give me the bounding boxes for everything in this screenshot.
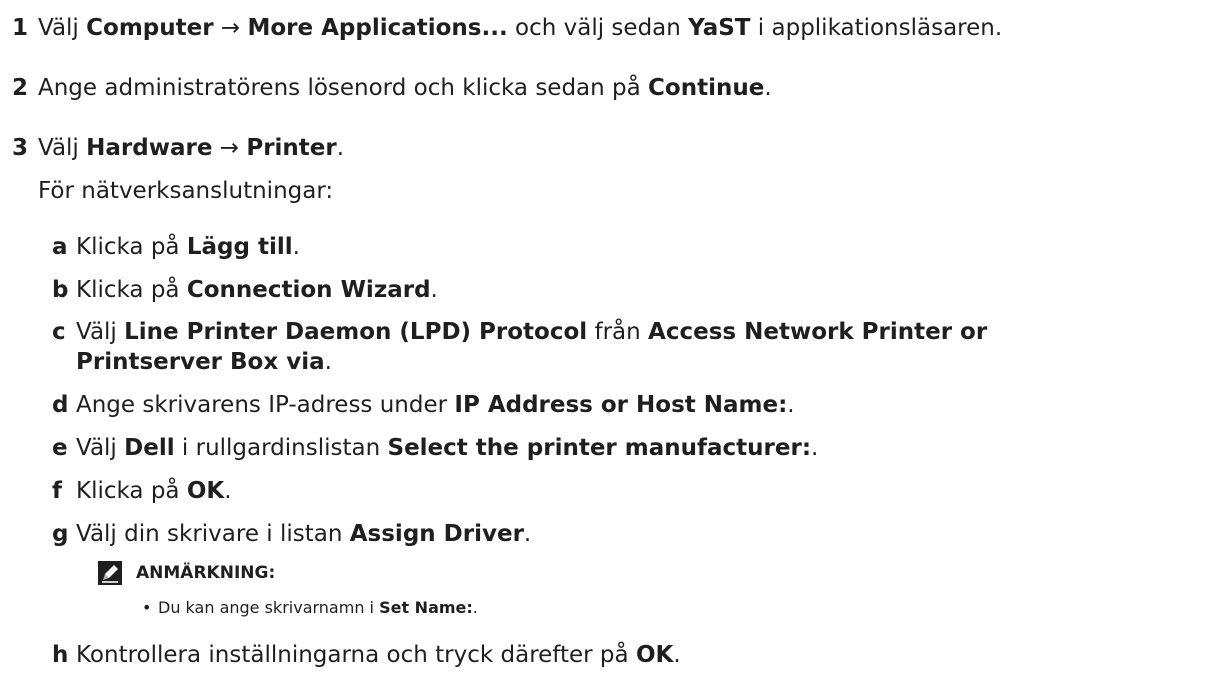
substep-letter: d	[52, 392, 69, 418]
substep-letter: c	[52, 319, 66, 345]
substep-letter: e	[52, 435, 68, 461]
substep-letter: h	[52, 642, 69, 668]
step-text: Ange administratörens lösenord och klick…	[38, 75, 772, 101]
substep-text: Ange skrivarens IP-adress under IP Addre…	[76, 392, 795, 418]
substep-letter: b	[52, 277, 69, 303]
substep-letter: f	[52, 478, 63, 504]
step-number: 1	[12, 15, 29, 41]
note-title: ANMÄRKNING:	[136, 563, 276, 583]
note-text: Du kan ange skrivarnamn i Set Name:.	[158, 598, 478, 617]
substep-c-continuation: Printserver Box via.	[76, 349, 332, 375]
substep-text: Välj din skrivare i listan Assign Driver…	[76, 521, 532, 547]
substep-text: Välj Dell i rullgardinslistan Select the…	[76, 435, 819, 461]
substep-letter: a	[52, 234, 68, 260]
pencil-note-icon	[98, 561, 122, 585]
step-text: Välj Hardware → Printer.	[38, 135, 345, 161]
step-number: 3	[12, 135, 29, 161]
substep-text: Klicka på OK.	[76, 478, 232, 504]
substep-text: Klicka på Connection Wizard.	[76, 277, 438, 303]
step-number: 2	[12, 75, 29, 101]
substep-letter: g	[52, 521, 69, 547]
network-intro: För nätverksanslutningar:	[38, 178, 334, 204]
bullet-dot: •	[142, 598, 152, 617]
substep-text: Välj Line Printer Daemon (LPD) Protocol …	[76, 319, 988, 345]
instruction-document: 1 Välj Computer → More Applications... o…	[0, 0, 1213, 698]
substep-text: Klicka på Lägg till.	[76, 234, 300, 260]
step-text: Välj Computer → More Applications... och…	[38, 15, 1003, 41]
substep-text: Kontrollera inställningarna och tryck dä…	[76, 642, 681, 668]
